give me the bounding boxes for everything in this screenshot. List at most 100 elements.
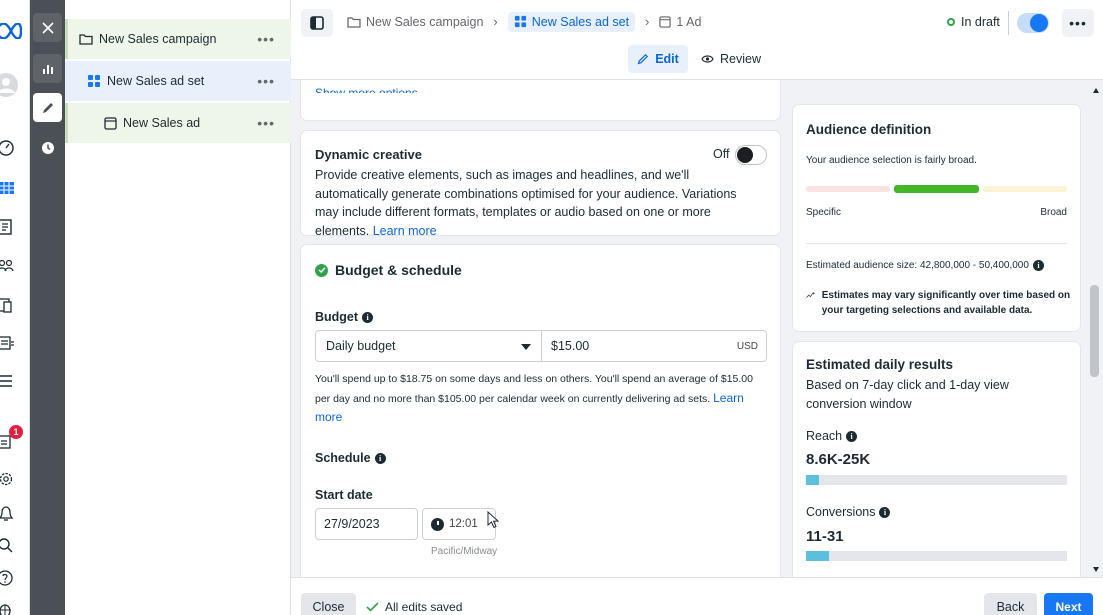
reach-value: 8.6K-25K: [806, 451, 871, 468]
conversions-label: Conversions i: [806, 505, 891, 519]
info-icon[interactable]: i: [374, 452, 386, 464]
save-status-label: All edits saved: [385, 600, 463, 614]
header-divider: [1008, 11, 1009, 35]
info-icon[interactable]: i: [846, 430, 858, 442]
start-time-value: 12:01: [449, 518, 478, 530]
currency-label: USD: [736, 340, 758, 352]
caret-down-icon: [521, 344, 531, 350]
dashboard-icon[interactable]: [0, 135, 29, 161]
dynamic-creative-title: Dynamic creative: [315, 147, 422, 162]
audience-definition-title: Audience definition: [806, 122, 932, 137]
close-button[interactable]: Close: [301, 593, 356, 615]
edit-mode-button[interactable]: [33, 93, 62, 122]
meta-logo-icon[interactable]: [0, 18, 29, 44]
toggle-tree-panel-button[interactable]: [301, 9, 333, 37]
conversions-label-text: Conversions: [806, 505, 876, 519]
reach-bar-fill: [806, 475, 820, 485]
next-button[interactable]: Next: [1044, 593, 1093, 615]
budget-type-value: Daily budget: [326, 339, 396, 353]
audience-definition-card: Audience definition Your audience select…: [793, 105, 1080, 331]
budget-label-text: Budget: [315, 310, 359, 324]
tree-item-ad[interactable]: New Sales ad •••: [65, 103, 291, 143]
search-icon[interactable]: [0, 533, 29, 559]
start-time-input[interactable]: 12:01: [422, 508, 496, 540]
dynamic-creative-learn-more-link[interactable]: Learn more: [373, 224, 437, 238]
audience-definition-subtitle: Your audience selection is fairly broad.: [806, 155, 977, 166]
audiences-icon[interactable]: [0, 253, 29, 279]
budget-amount-input[interactable]: $15.00 USD: [541, 330, 767, 362]
budget-amount-value: $15.00: [551, 339, 590, 353]
close-icon: [41, 21, 54, 34]
help-icon[interactable]: [0, 565, 29, 591]
dynamic-creative-toggle[interactable]: [735, 145, 767, 165]
breadcrumb-campaign[interactable]: New Sales campaign: [347, 15, 483, 29]
bell-icon[interactable]: [0, 501, 29, 527]
checkmark-icon: [366, 602, 379, 612]
info-icon[interactable]: i: [362, 311, 374, 323]
breadcrumb-adset[interactable]: New Sales ad set: [507, 11, 636, 32]
settings-gear-icon[interactable]: [0, 466, 29, 492]
edit-mode-label: Edit: [655, 52, 679, 66]
toggle-knob: [737, 147, 753, 163]
start-date-input[interactable]: 27/9/2023: [315, 508, 418, 540]
budget-schedule-title: Budget & schedule: [335, 262, 462, 278]
review-mode-tab[interactable]: Review: [701, 45, 761, 73]
info-icon[interactable]: i: [1032, 260, 1044, 271]
meter-specific-label: Specific: [806, 207, 842, 218]
more-options-button[interactable]: •••: [1062, 9, 1094, 37]
edit-mode-tab[interactable]: Edit: [628, 45, 688, 73]
tree-adset-label: New Sales ad set: [107, 74, 205, 88]
close-editor-button[interactable]: [33, 13, 62, 42]
reach-bar: [806, 475, 1067, 485]
budget-schedule-heading: Budget & schedule: [315, 262, 462, 278]
scroll-up-arrow-icon[interactable]: [1093, 88, 1099, 93]
folder-icon: [347, 16, 361, 28]
schedule-label: Schedule i: [315, 451, 386, 465]
chevron-right-icon: ›: [493, 14, 498, 29]
breadcrumb: New Sales campaign › New Sales ad set › …: [347, 11, 701, 32]
info-icon[interactable]: i: [879, 506, 891, 518]
status-label: In draft: [961, 15, 1000, 29]
budget-spend-note-text: You'll spend up to $18.75 on some days a…: [315, 373, 753, 405]
ad-page-icon: [104, 116, 117, 130]
scrollbar-thumb[interactable]: [1090, 285, 1099, 377]
tree-campaign-more-button[interactable]: •••: [257, 31, 275, 47]
editor-footer: Close All edits saved Back Next: [291, 577, 1103, 615]
adset-on-off-toggle[interactable]: [1017, 13, 1049, 33]
notifications-inbox-icon[interactable]: 1: [0, 425, 29, 454]
tree-ad-more-button[interactable]: •••: [257, 115, 275, 131]
bar-chart-icon: [42, 64, 53, 74]
conversions-bar-fill: [806, 551, 830, 561]
bug-report-icon[interactable]: [0, 597, 29, 615]
pages-icon[interactable]: [0, 214, 29, 240]
draft-status-dot-icon: [947, 18, 955, 26]
avatar[interactable]: [0, 72, 29, 98]
history-button[interactable]: [33, 133, 62, 162]
tree-item-adset[interactable]: New Sales ad set •••: [65, 61, 291, 101]
meter-segment-specific: [806, 186, 890, 192]
conversions-bar: [806, 551, 1067, 561]
charts-button[interactable]: [33, 54, 62, 83]
editor-main-scroll[interactable]: Show more options Dynamic creative Off P…: [291, 80, 1103, 577]
adset-grid-icon: [514, 15, 526, 28]
tree-ad-label: New Sales ad: [123, 116, 201, 130]
meter-segment-broad: [983, 186, 1067, 192]
estimated-results-subtitle: Based on 7-day click and 1-day view conv…: [806, 378, 1009, 411]
show-more-options-link[interactable]: Show more options: [315, 84, 418, 93]
billing-icon[interactable]: [0, 292, 29, 318]
tree-item-campaign[interactable]: New Sales campaign •••: [65, 19, 291, 59]
tree-adset-more-button[interactable]: •••: [257, 73, 275, 89]
meter-broad-label: Broad: [1040, 207, 1067, 218]
breadcrumb-ads-label: 1 Ad: [676, 14, 702, 29]
back-button[interactable]: Back: [984, 593, 1037, 615]
estimated-results-card: Estimated daily results Based on 7-day c…: [793, 342, 1080, 577]
ads-manager-table-icon[interactable]: [0, 175, 29, 201]
dynamic-creative-card: Dynamic creative Off Provide creative el…: [301, 131, 780, 238]
all-tools-menu-icon[interactable]: [0, 368, 29, 394]
catalog-icon[interactable]: [0, 330, 29, 356]
budget-type-select[interactable]: Daily budget: [315, 330, 542, 362]
notification-badge: 1: [9, 425, 23, 439]
scroll-down-arrow-icon[interactable]: [1093, 567, 1099, 572]
schedule-label-text: Schedule: [315, 451, 371, 465]
breadcrumb-ads[interactable]: 1 Ad: [659, 15, 701, 29]
